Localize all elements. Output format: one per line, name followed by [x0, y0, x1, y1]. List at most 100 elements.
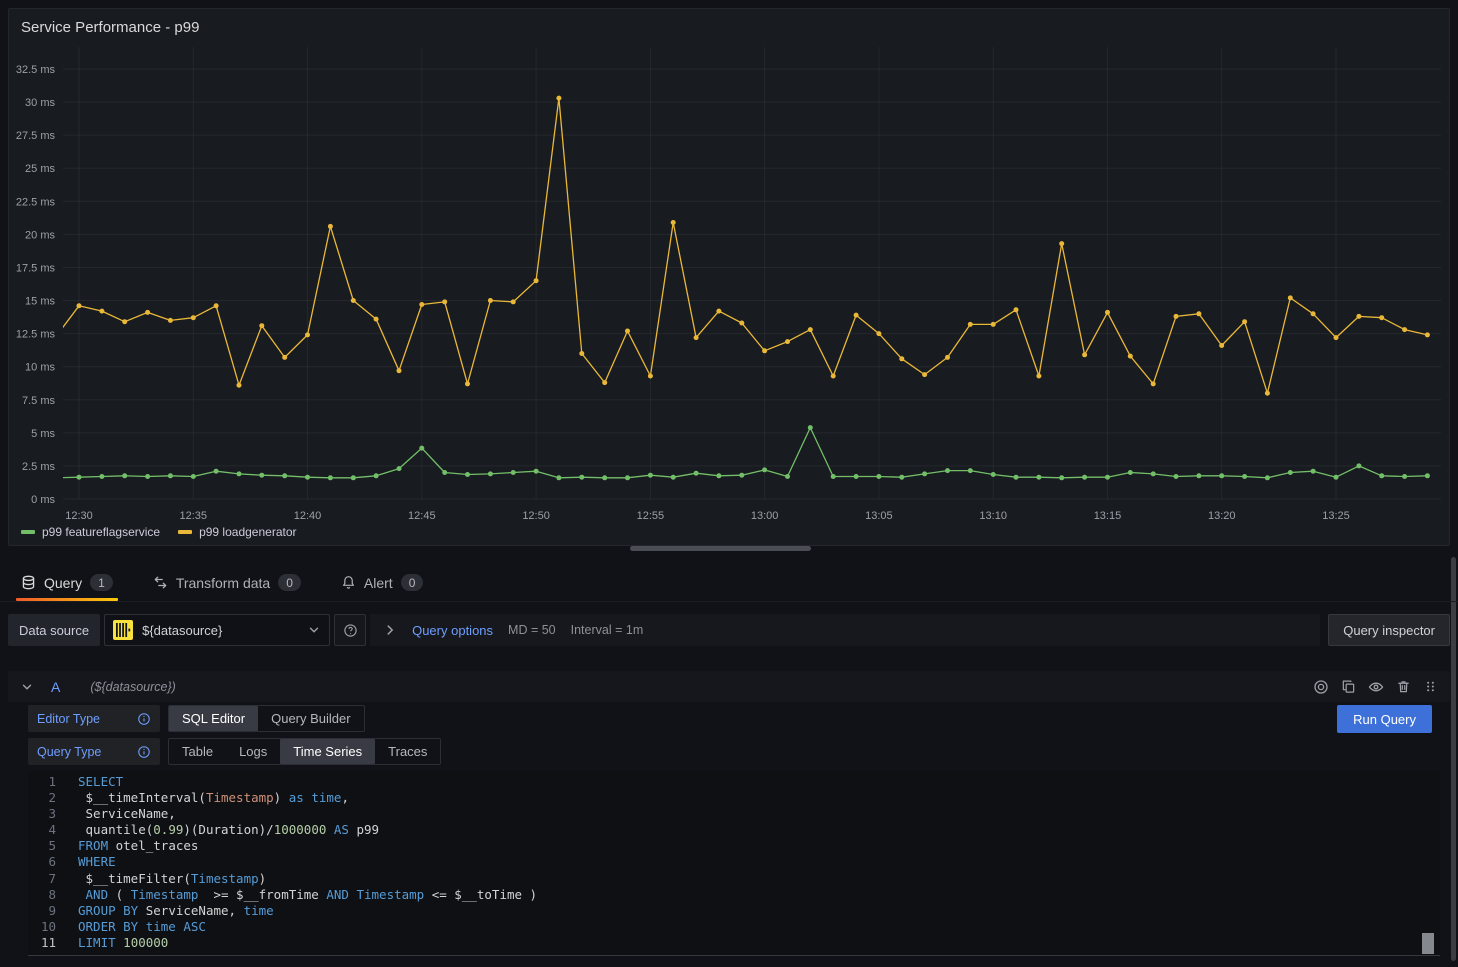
code-text: quantile(0.99)(Duration)/1000000 AS p99	[78, 822, 379, 838]
run-query-button[interactable]: Run Query	[1337, 705, 1432, 733]
query-options-interval: Interval = 1m	[571, 623, 644, 637]
code-token: ORDER BY time ASC	[78, 919, 206, 934]
svg-text:25 ms: 25 ms	[25, 163, 55, 175]
legend-swatch	[178, 530, 192, 534]
chevron-down-icon	[307, 623, 321, 637]
query-type-option-traces[interactable]: Traces	[375, 739, 440, 764]
tab-alert[interactable]: Alert0	[336, 564, 428, 601]
editor-type-option-sql-editor[interactable]: SQL Editor	[169, 706, 258, 731]
database-icon	[21, 575, 36, 590]
line-number: 5	[28, 838, 78, 854]
svg-text:12.5 ms: 12.5 ms	[16, 329, 56, 341]
svg-text:0 ms: 0 ms	[31, 494, 55, 506]
query-options-md: MD = 50	[508, 623, 556, 637]
record-icon[interactable]	[1313, 679, 1329, 695]
code-line: 1SELECT	[28, 774, 1440, 790]
code-token: ServiceName,	[138, 903, 243, 918]
svg-text:27.5 ms: 27.5 ms	[16, 130, 56, 142]
copy-icon[interactable]	[1341, 679, 1356, 694]
code-token	[326, 822, 334, 837]
sql-code-editor[interactable]: 1SELECT2 $__timeInterval(Timestamp) as t…	[28, 771, 1440, 956]
tab-query[interactable]: Query1	[16, 564, 118, 601]
code-line: 5FROM otel_traces	[28, 838, 1440, 854]
transform-icon	[153, 575, 168, 590]
vertical-scrollbar-thumb[interactable]	[1451, 557, 1456, 961]
query-type-label: Query Type	[37, 745, 101, 759]
code-text: GROUP BY ServiceName, time	[78, 903, 274, 919]
code-line: 2 $__timeInterval(Timestamp) as time,	[28, 790, 1440, 806]
svg-text:12:35: 12:35	[180, 510, 208, 522]
collapse-chevron-icon[interactable]	[20, 680, 34, 694]
line-number: 10	[28, 919, 78, 935]
info-circle-icon[interactable]	[137, 745, 151, 759]
code-token	[78, 887, 86, 902]
code-line: 9GROUP BY ServiceName, time	[28, 903, 1440, 919]
datasource-picker[interactable]: ${datasource}	[104, 614, 330, 646]
time-series-chart[interactable]: 0 ms2.5 ms5 ms7.5 ms10 ms12.5 ms15 ms17.…	[9, 9, 1451, 547]
code-token: Timestamp	[356, 887, 424, 902]
code-token: AND	[326, 887, 349, 902]
code-token: 1000000	[274, 822, 327, 837]
code-token: Timestamp	[191, 871, 259, 886]
code-token: 100000	[123, 935, 168, 950]
editor-type-chip: Editor Type	[28, 705, 160, 732]
svg-text:13:25: 13:25	[1322, 510, 1350, 522]
code-text: SELECT	[78, 774, 123, 790]
horizontal-scrollbar-thumb[interactable]	[630, 546, 811, 551]
code-token: $__timeInterval(	[78, 790, 206, 805]
line-number: 7	[28, 871, 78, 887]
code-token: Timestamp	[206, 790, 274, 805]
svg-text:10 ms: 10 ms	[25, 362, 55, 374]
query-options-link[interactable]: Query options	[412, 623, 493, 638]
legend-item-p99-featureflagservice[interactable]: p99 featureflagservice	[21, 525, 160, 539]
code-text: ORDER BY time ASC	[78, 919, 206, 935]
editor-type-switcher: SQL EditorQuery Builder	[168, 705, 365, 732]
code-text: WHERE	[78, 854, 116, 870]
code-token: p99	[349, 822, 379, 837]
svg-text:13:20: 13:20	[1208, 510, 1236, 522]
code-token: AS	[334, 822, 349, 837]
line-number: 3	[28, 806, 78, 822]
angle-right-icon[interactable]	[383, 623, 397, 637]
query-type-option-table[interactable]: Table	[169, 739, 226, 764]
eye-icon[interactable]	[1368, 679, 1384, 695]
code-token: GROUP BY	[78, 903, 138, 918]
drag-icon[interactable]	[1423, 679, 1438, 694]
panel-editor-tabs: Query1 Transform data0 Alert0	[16, 564, 428, 601]
legend-item-p99-loadgenerator[interactable]: p99 loadgenerator	[178, 525, 296, 539]
query-type-option-time-series[interactable]: Time Series	[280, 739, 375, 764]
code-token: ServiceName,	[78, 806, 176, 821]
code-token: AND	[86, 887, 109, 902]
code-line: 4 quantile(0.99)(Duration)/1000000 AS p9…	[28, 822, 1440, 838]
query-inspector-button[interactable]: Query inspector	[1328, 614, 1450, 646]
tab-count-badge: 1	[90, 574, 113, 591]
trash-icon[interactable]	[1396, 679, 1411, 694]
editor-type-row: Editor Type SQL EditorQuery Builder	[28, 705, 365, 732]
code-token: as	[289, 790, 304, 805]
series-p99-loadgenerator	[54, 96, 1430, 396]
query-row-header[interactable]: A (${datasource})	[8, 671, 1450, 702]
datasource-help-button[interactable]	[334, 614, 366, 646]
code-text: $__timeInterval(Timestamp) as time,	[78, 790, 349, 806]
info-circle-icon[interactable]	[137, 712, 151, 726]
query-type-row: Query Type TableLogsTime SeriesTraces	[28, 738, 441, 765]
svg-text:22.5 ms: 22.5 ms	[16, 196, 56, 208]
code-token: (	[108, 887, 131, 902]
editor-type-option-query-builder[interactable]: Query Builder	[258, 706, 363, 731]
svg-text:13:15: 13:15	[1094, 510, 1122, 522]
svg-text:12:45: 12:45	[408, 510, 436, 522]
code-token: )	[274, 790, 289, 805]
code-line: 10ORDER BY time ASC	[28, 919, 1440, 935]
code-token: Timestamp	[131, 887, 199, 902]
code-line: 11LIMIT 100000	[28, 935, 1440, 951]
tabs-divider	[0, 601, 1458, 602]
editor-type-label: Editor Type	[37, 712, 100, 726]
query-datasource-hint: (${datasource})	[90, 680, 175, 694]
editor-scrollbar-thumb[interactable]	[1422, 933, 1434, 954]
bell-icon	[341, 575, 356, 590]
query-type-option-logs[interactable]: Logs	[226, 739, 280, 764]
tab-count-badge: 0	[401, 574, 424, 591]
tab-transform-data[interactable]: Transform data0	[148, 564, 306, 601]
query-type-switcher: TableLogsTime SeriesTraces	[168, 738, 441, 765]
tab-count-badge: 0	[278, 574, 301, 591]
